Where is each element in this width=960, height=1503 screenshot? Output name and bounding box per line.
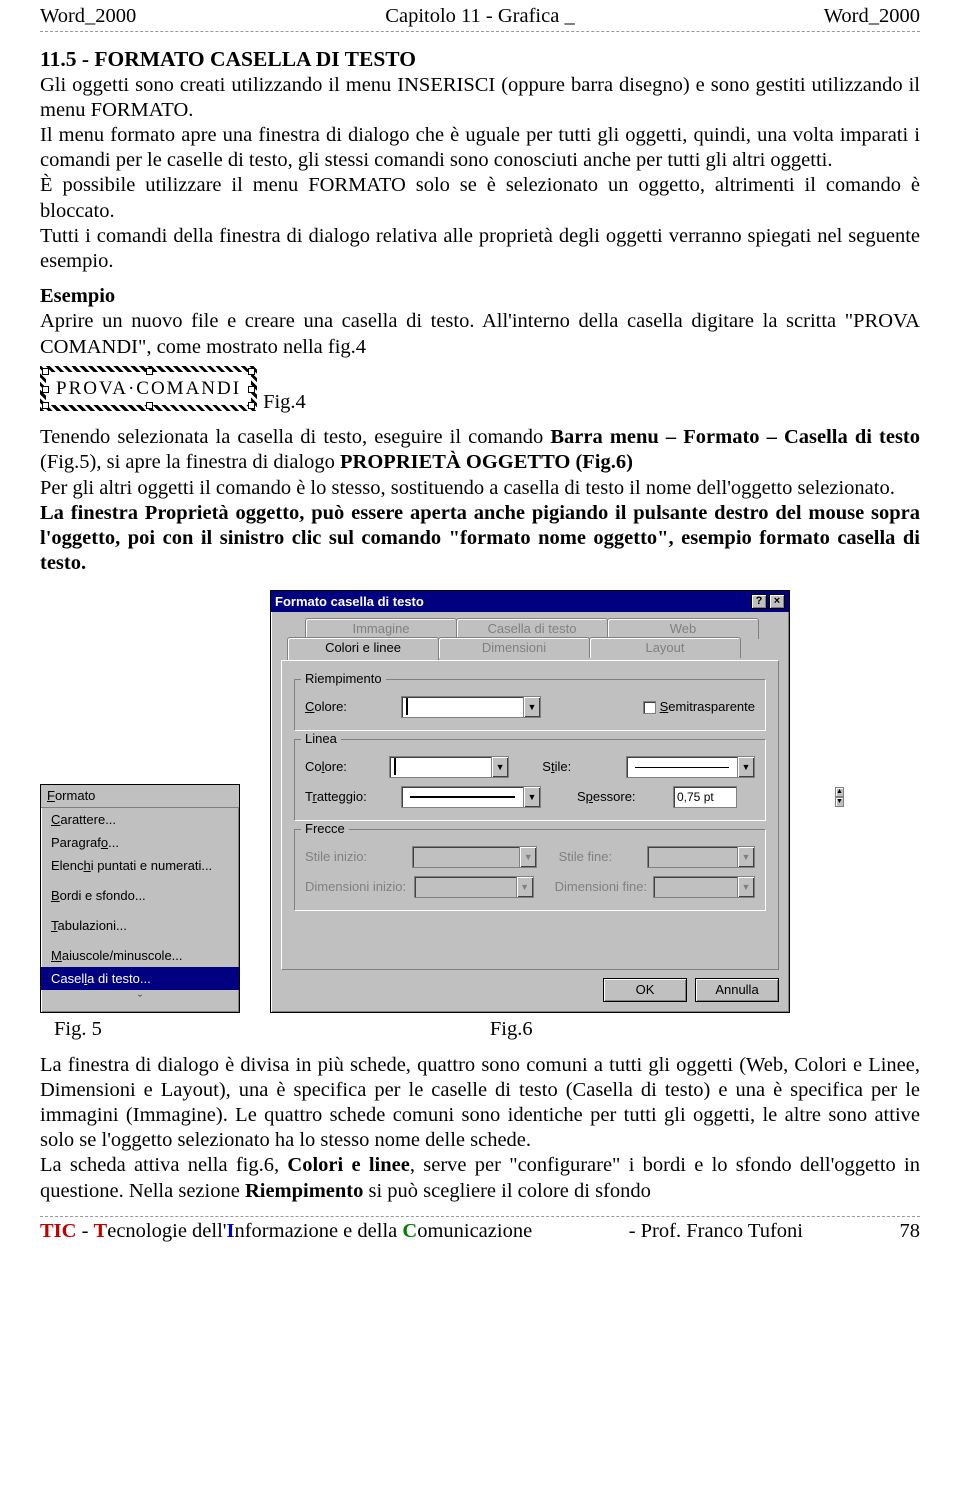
chevron-down-icon: ▼ [524,852,533,863]
field-label: Colore: [305,699,393,715]
body-text: Per gli altri oggetti il comando è lo st… [40,476,920,501]
close-button[interactable]: × [769,594,785,609]
chevron-down-icon: ▼ [496,762,505,773]
page-header: Word_2000 Capitolo 11 - Grafica _ Word_2… [40,0,920,32]
body-text: La finestra Proprietà oggetto, può esser… [40,501,920,577]
line-dash-combo[interactable]: ▼ [401,786,541,808]
menu-item[interactable]: Maiuscole/minuscole... [41,944,239,967]
checkbox-label: Semitrasparente [660,699,755,715]
page-number: 78 [900,1219,921,1244]
dialog-tab[interactable]: Colori e linee [287,637,439,660]
line-style-combo[interactable]: ▼ [626,756,755,778]
footer-prof: - Prof. Franco Tufoni [532,1219,899,1244]
format-textbox-dialog: Formato casella di testo ? × ImmagineCas… [270,590,790,1013]
arrow-end-size-combo: ▼ [653,876,755,898]
textbox-sample: PROVA·COMANDI [40,366,257,411]
field-label: Dimensioni fine: [555,879,645,895]
dialog-tabs: ImmagineCasella di testoWeb Colori e lin… [281,618,779,660]
line-weight-spinner[interactable]: ▲▼ [673,786,737,808]
chevron-down-icon: ▼ [520,882,529,893]
weight-input[interactable] [674,787,835,807]
body-text: Il menu formato apre una finestra di dia… [40,123,920,173]
field-label: Tratteggio: [305,789,393,805]
arrow-end-style-combo: ▼ [647,846,755,868]
body-text: È possibile utilizzare il menu FORMATO s… [40,173,920,223]
dialog-tab[interactable]: Layout [589,637,741,658]
body-text: Tutti i comandi della finestra di dialog… [40,224,920,274]
field-label: Colore: [305,759,381,775]
menu-title-text: ormato [55,788,95,803]
header-right: Word_2000 [824,4,920,29]
body-text: Tenendo selezionata la casella di testo,… [40,425,920,475]
menu-title: Formato [41,785,239,808]
line-group: Linea Colore: ▼ Stile: ▼ Tratteggio: ▼ [294,739,766,821]
chevron-down-icon: ▼ [742,852,751,863]
body-text: La finestra di dialogo è divisa in più s… [40,1053,920,1154]
body-text: Gli oggetti sono creati utilizzando il m… [40,73,920,123]
field-label: Stile fine: [559,849,640,865]
figure-label: Fig.6 [490,1017,533,1042]
dialog-titlebar: Formato casella di testo ? × [271,591,789,612]
arrow-start-size-combo: ▼ [414,876,533,898]
dialog-tab[interactable]: Web [607,618,759,639]
field-label: Stile: [542,759,618,775]
page-footer: TIC - Tecnologie dell'Informazione e del… [40,1216,920,1244]
cancel-button[interactable]: Annulla [695,978,779,1002]
menu-item[interactable]: Paragrafo... [41,831,239,854]
help-button[interactable]: ? [751,594,767,609]
body-text: Aprire un nuovo file e creare una casell… [40,309,920,359]
dialog-title: Formato casella di testo [275,594,749,610]
chevron-down-icon: ▼ [528,702,537,713]
menu-item[interactable]: Carattere... [41,808,239,831]
field-label: Spessore: [577,789,665,805]
field-label: Stile inizio: [305,849,404,865]
ok-button[interactable]: OK [603,978,687,1002]
fill-group: Riempimento Colore: ▼ Semitrasparente [294,679,766,731]
header-center: Capitolo 11 - Grafica _ [385,4,574,29]
dialog-tab[interactable]: Casella di testo [456,618,608,639]
menu-more-icon[interactable]: ˇ [41,990,239,1012]
figure-label: Fig. 5 [54,1017,102,1042]
footer-tic: TIC [40,1220,76,1242]
field-label: Dimensioni inizio: [305,879,406,895]
body-text: La scheda attiva nella fig.6, Colori e l… [40,1153,920,1203]
arrow-start-style-combo: ▼ [412,846,538,868]
section-title: 11.5 - FORMATO CASELLA DI TESTO [40,46,920,72]
group-label: Riempimento [301,671,386,687]
figure-label: Fig.4 [263,390,306,415]
chevron-down-icon: ▼ [528,792,537,803]
textbox-value: PROVA·COMANDI [56,378,241,399]
group-label: Linea [301,731,341,747]
chevron-down-icon: ▼ [742,762,751,773]
spin-up-icon[interactable]: ▲ [835,787,844,797]
chevron-down-icon: ▼ [742,882,751,893]
dialog-tab[interactable]: Dimensioni [438,637,590,658]
fill-color-combo[interactable]: ▼ [401,696,541,718]
menu-item[interactable]: Bordi e sfondo... [41,884,239,907]
menu-item[interactable]: Tabulazioni... [41,914,239,937]
line-color-combo[interactable]: ▼ [389,756,510,778]
arrows-group: Frecce Stile inizio: ▼ Stile fine: ▼ Dim… [294,829,766,911]
spin-down-icon[interactable]: ▼ [835,797,844,807]
menu-item[interactable]: Casella di testo... [41,967,239,990]
menu-item[interactable]: Elenchi puntati e numerati... [41,854,239,877]
example-heading: Esempio [40,284,920,309]
format-menu: Formato Carattere...Paragrafo...Elenchi … [40,784,240,1013]
semitransparent-checkbox[interactable]: Semitrasparente [643,699,755,715]
dialog-tab[interactable]: Immagine [305,618,457,639]
group-label: Frecce [301,821,349,837]
header-left: Word_2000 [40,4,136,29]
